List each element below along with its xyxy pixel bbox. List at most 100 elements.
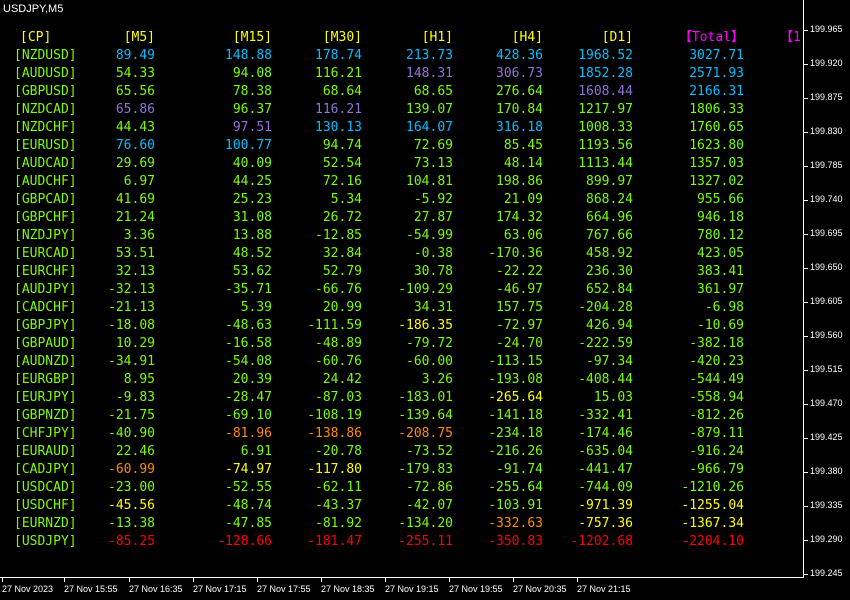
- table-cell: 65.86: [115, 102, 155, 117]
- time-tick: [2, 578, 3, 582]
- table-cell: 1357.03: [689, 156, 744, 171]
- table-cell: 1852.28: [578, 66, 633, 81]
- table-cell: -382.18: [689, 336, 744, 351]
- column-header: [M5]: [123, 30, 155, 45]
- price-tick: [804, 540, 808, 541]
- table-cell: -2204.10: [681, 534, 744, 549]
- table-cell: 1217.97: [578, 102, 633, 117]
- price-label: 199.740: [810, 194, 843, 204]
- price-label: 199.425: [810, 432, 843, 442]
- price-label: 199.290: [810, 534, 843, 544]
- table-cell: -32.13: [108, 282, 155, 297]
- time-label: 27 Nov 21:15: [577, 584, 631, 594]
- price-tick: [804, 506, 808, 507]
- table-cell: 2571.93: [689, 66, 744, 81]
- table-cell: -10.69: [697, 318, 744, 333]
- price-label: 199.785: [810, 160, 843, 170]
- column-header: 【1: [780, 30, 801, 45]
- table-cell: 8.95: [123, 372, 155, 387]
- table-cell: -13.38: [108, 516, 155, 531]
- table-cell: -6.98: [704, 300, 744, 315]
- table-cell: -9.83: [115, 390, 155, 405]
- price-label: 199.335: [810, 500, 843, 510]
- table-cell: 3.36: [123, 228, 155, 243]
- table-cell: 1623.80: [689, 138, 744, 153]
- price-label: 199.470: [810, 398, 843, 408]
- table-cell: -635.04: [578, 444, 633, 459]
- table-cell: -1210.26: [681, 480, 744, 495]
- table-cell: 22.46: [115, 444, 155, 459]
- table-cell: -744.09: [578, 480, 633, 495]
- table-cell: 1806.33: [689, 102, 744, 117]
- table-cell: -21.75: [108, 408, 155, 423]
- time-tick: [257, 578, 258, 582]
- table-cell: 1008.33: [578, 120, 633, 135]
- table-cell: 1608.44: [578, 84, 633, 99]
- time-label: 27 Nov 2023: [2, 584, 54, 594]
- table-cell: 29.69: [115, 156, 155, 171]
- price-tick: [804, 234, 808, 235]
- table-cell: 236.30: [586, 264, 633, 279]
- table-cell: -757.36: [578, 516, 633, 531]
- table-cell: -1255.04: [681, 498, 744, 513]
- table-cell: 10.29: [115, 336, 155, 351]
- price-tick: [804, 30, 808, 31]
- price-label: 199.965: [810, 24, 843, 34]
- table-cell: 899.97: [586, 174, 633, 189]
- table-cell: 65.56: [115, 84, 155, 99]
- table-cell: -812.26: [689, 408, 744, 423]
- currency-strength-table: [CP] [M5] [M15] [M30] [H1] [H4] [D1] 【Total】 【1[…: [0, 0, 804, 578]
- price-tick: [804, 574, 808, 575]
- price-tick: [804, 132, 808, 133]
- table-cell: 1760.65: [689, 120, 744, 135]
- time-label: 27 Nov 19:55: [449, 584, 503, 594]
- price-label: 199.605: [810, 296, 843, 306]
- table-cell: -97.34: [586, 354, 633, 369]
- table-cell: -40.90: [108, 426, 155, 441]
- table-cell: 1968.52: [578, 48, 633, 63]
- time-tick: [577, 578, 578, 582]
- table-cell: 32.13: [115, 264, 155, 279]
- table-cell: 946.18: [697, 210, 744, 225]
- price-tick: [804, 98, 808, 99]
- price-tick: [804, 370, 808, 371]
- table-cell: -420.23: [689, 354, 744, 369]
- price-label: 199.830: [810, 126, 843, 136]
- time-tick: [193, 578, 194, 582]
- price-label: 199.650: [810, 262, 843, 272]
- table-cell: 423.05: [697, 246, 744, 261]
- time-label: 27 Nov 20:35: [513, 584, 567, 594]
- table-cell: -332.41: [578, 408, 633, 423]
- table-cell: 868.24: [586, 192, 633, 207]
- table-cell: 780.12: [697, 228, 744, 243]
- table-cell: -174.46: [578, 426, 633, 441]
- table-cell: 3027.71: [689, 48, 744, 63]
- price-axis[interactable]: 199.965 199.920 199.875 199.830 199.785 199.7…: [804, 0, 850, 578]
- time-tick: [449, 578, 450, 582]
- table-cell: 54.33: [115, 66, 155, 81]
- price-tick: [804, 64, 808, 65]
- table-cell: -441.47: [578, 462, 633, 477]
- table-cell: 76.60: [115, 138, 155, 153]
- time-label: 27 Nov 17:55: [257, 584, 311, 594]
- table-cell: 44.43: [115, 120, 155, 135]
- table-cell: 15.03: [593, 390, 633, 405]
- time-label: 27 Nov 18:35: [321, 584, 375, 594]
- time-axis[interactable]: 27 Nov 2023 27 Nov 15:55 27 Nov 16:35 27 No…: [0, 578, 804, 600]
- table-cell: -85.25: [108, 534, 155, 549]
- price-tick: [804, 166, 808, 167]
- time-tick: [513, 578, 514, 582]
- table-cell: -204.28: [578, 300, 633, 315]
- table-cell: 89.49: [115, 48, 155, 63]
- table-cell: -1202.68: [570, 534, 633, 549]
- price-tick: [804, 302, 808, 303]
- time-tick: [321, 578, 322, 582]
- table-cell: 383.41: [697, 264, 744, 279]
- price-tick: [804, 200, 808, 201]
- price-label: 199.875: [810, 92, 843, 102]
- time-label: 27 Nov 16:35: [129, 584, 183, 594]
- table-cell: -222.59: [578, 336, 633, 351]
- table-cell: 458.92: [586, 246, 633, 261]
- table-cell: -971.39: [578, 498, 633, 513]
- chart-window[interactable]: [CP] [M5] [M15] [M30] [H1] [H4] [D1] 【Total】 【1[…: [0, 0, 850, 600]
